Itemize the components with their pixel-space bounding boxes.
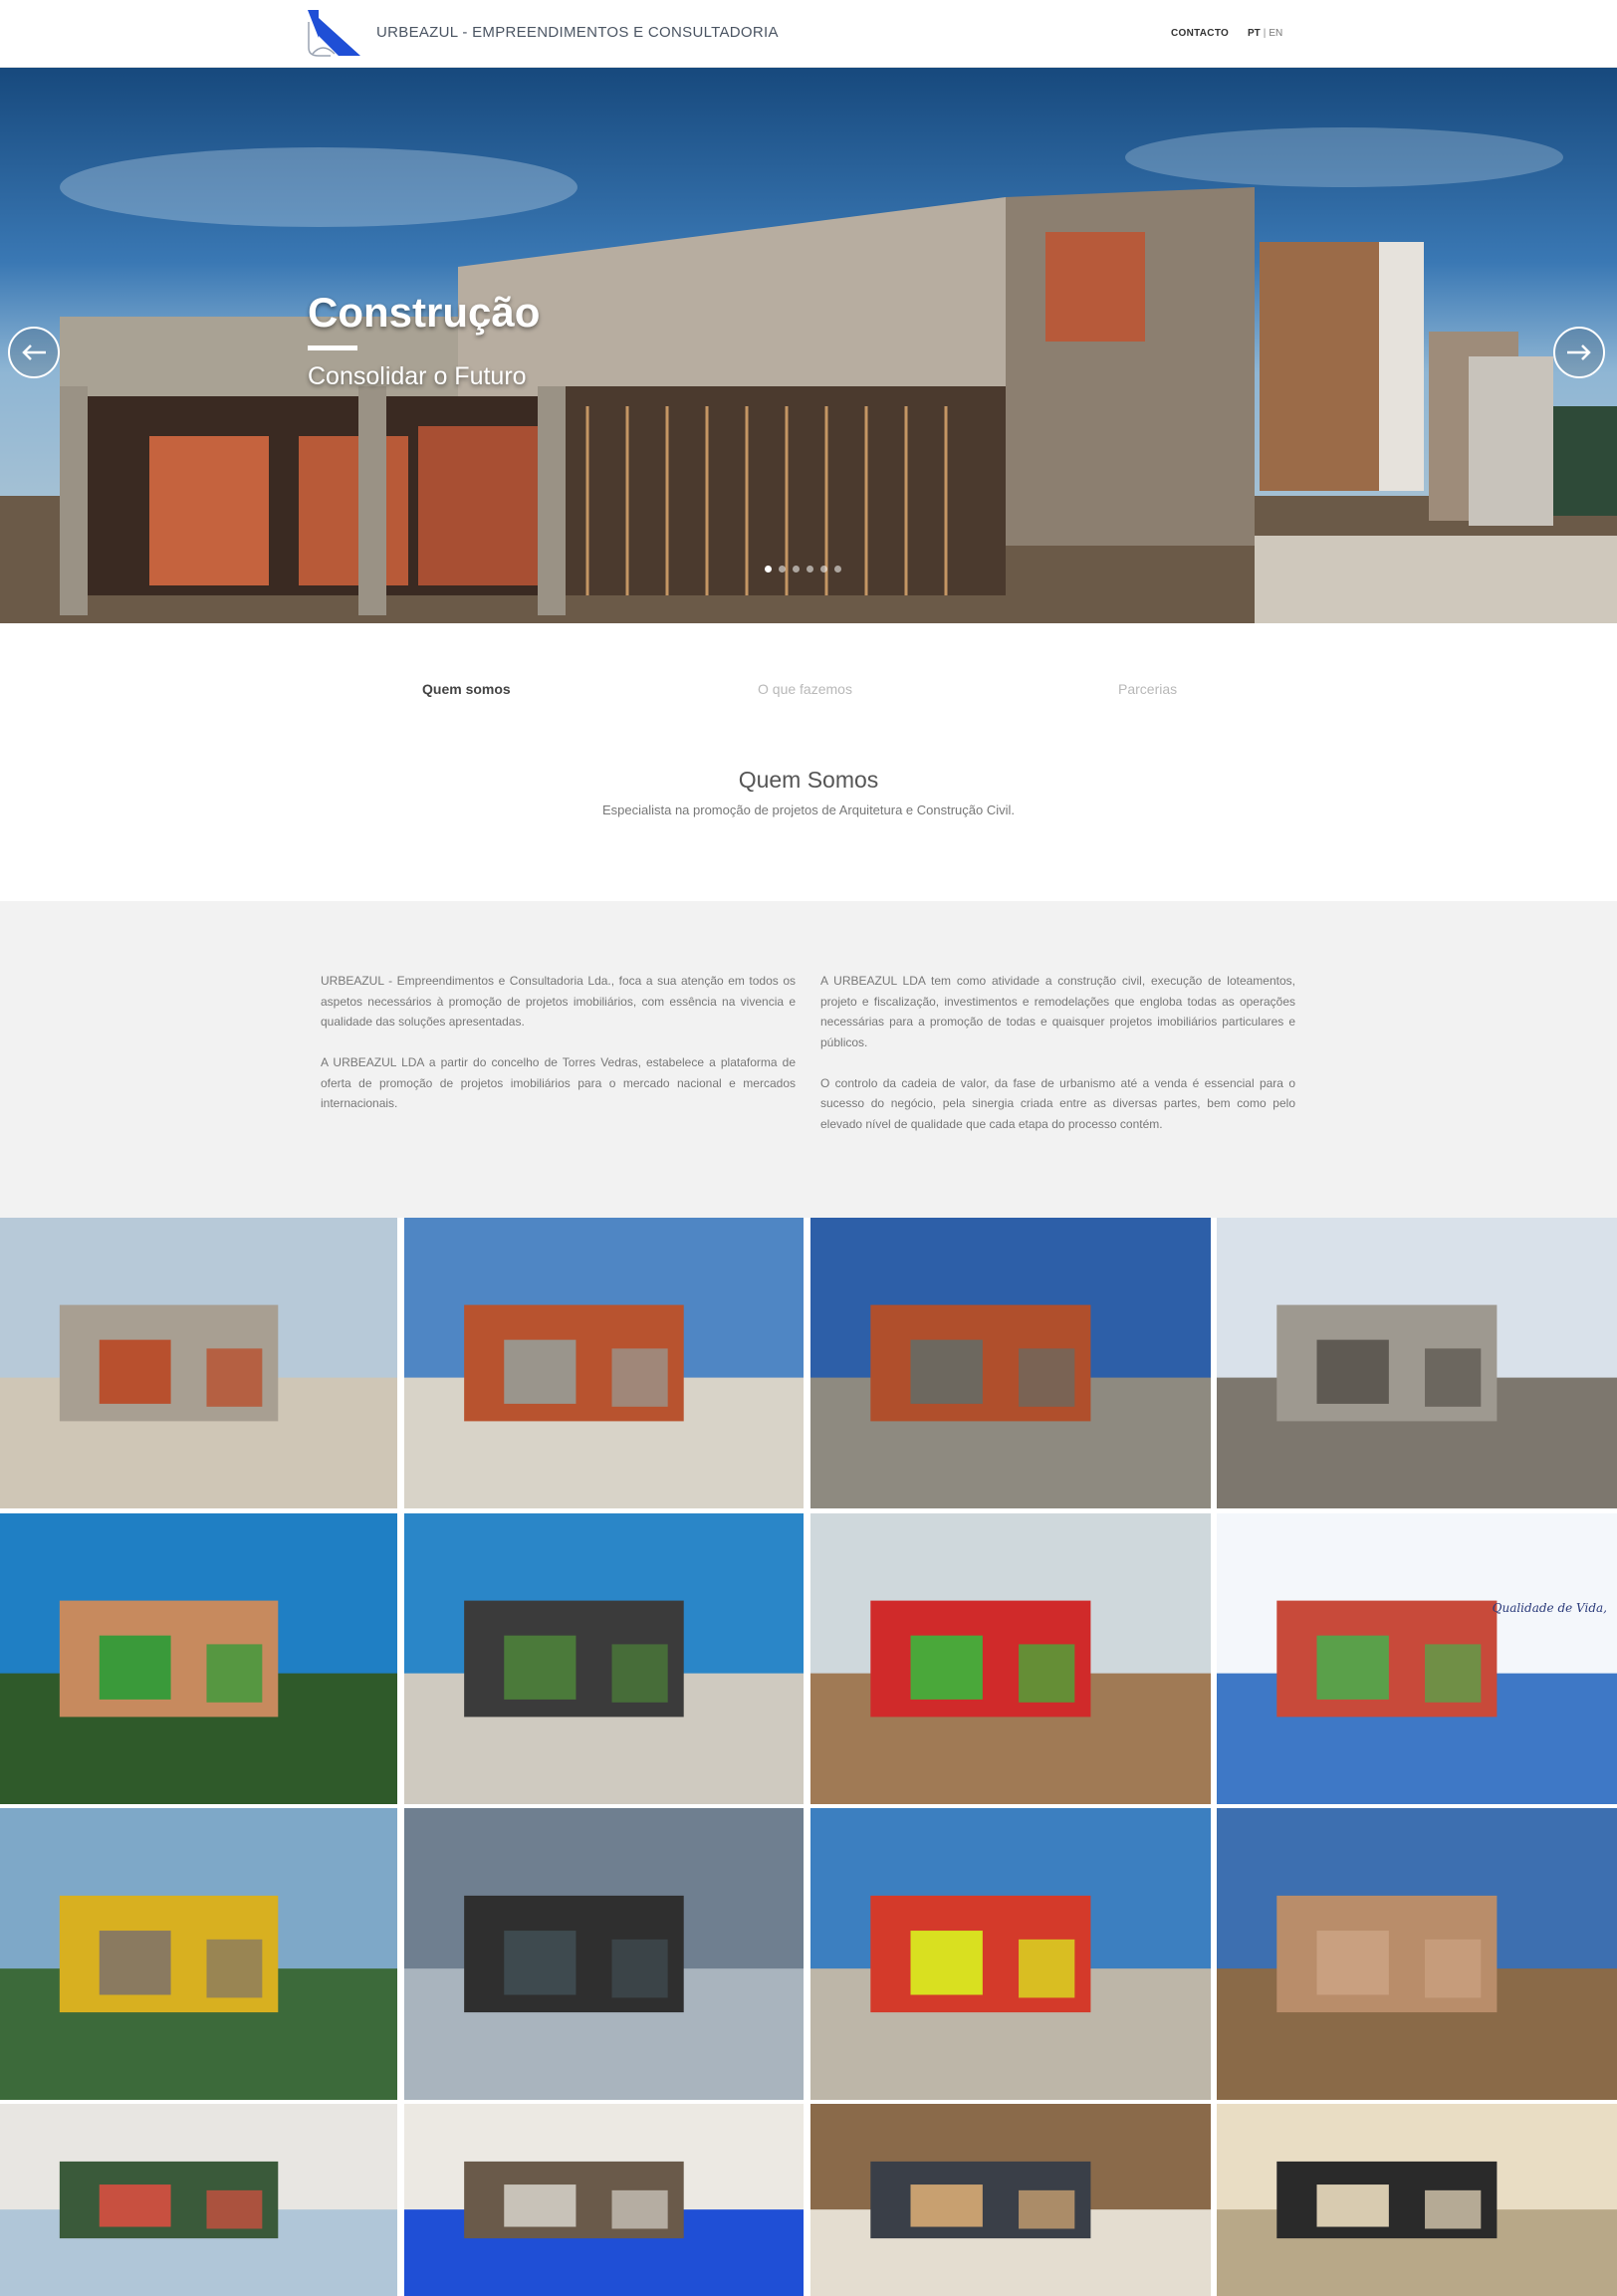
gallery-photo [1217,1218,1617,1508]
slider-dot[interactable] [793,566,800,573]
slider-pagination [765,566,841,573]
gallery-photo [810,1513,1211,1804]
section-title: Quem Somos [738,767,879,793]
urbeazul-folders-photo[interactable] [404,2104,804,2296]
slider-dot[interactable] [820,566,827,573]
site-header: URBEAZUL - EMPREENDIMENTOS E CONSULTADOR… [0,0,1617,68]
slider-dot[interactable] [807,566,813,573]
gallery-photo [1217,1808,1617,2100]
gallery-photo [0,1218,397,1508]
section-tabs: Quem somos O que fazemos Parcerias [0,623,1617,723]
gallery-photo [810,2104,1211,2296]
brand-name[interactable]: URBEAZUL - EMPREENDIMENTOS E CONSULTADOR… [376,24,779,41]
about-left-column: URBEAZUL - Empreendimentos e Consultador… [321,971,796,1134]
brochure-heading: Qualidade de Vida, [1492,1601,1607,1615]
concrete-frame-building-photo[interactable] [810,1218,1211,1508]
stone-house-worker-photo[interactable] [1217,1218,1617,1508]
about-right-paragraph: A URBEAZUL LDA tem como atividade a cons… [820,974,1295,1049]
project-plans-binder-photo[interactable] [0,2104,397,2296]
tab-o-que-fazemos[interactable]: O que fazemos [758,681,852,697]
section-subtitle: Especialista na promoção de projetos de … [601,803,1016,817]
hero-title-underline [308,345,357,350]
slider-dot[interactable] [779,566,786,573]
lang-separator: | [1263,28,1267,39]
gallery-photo [1217,1513,1617,1804]
meeting-table-photo[interactable] [810,2104,1211,2296]
qualidade-de-vida-brochure[interactable]: Qualidade de Vida, [1217,1513,1617,1804]
gallery-photo [404,1513,804,1804]
excavator-arm-photo[interactable] [0,1808,397,2100]
photo-gallery: Qualidade de Vida, [0,1218,1617,2296]
hero-slider: Construção Consolidar o Futuro [0,68,1617,623]
urbeazul-logo-icon[interactable] [305,8,360,58]
slider-next-button[interactable] [1553,327,1605,378]
about-left-paragraph: URBEAZUL - Empreendimentos e Consultador… [321,974,796,1029]
gallery-photo [0,1808,397,2100]
gallery-photo [810,1218,1211,1508]
nav-contact-link[interactable]: CONTACTO [1171,28,1229,39]
about-right-column: A URBEAZUL LDA tem como atividade a cons… [820,971,1295,1155]
arrow-left-icon [22,344,46,360]
tab-parcerias[interactable]: Parcerias [1118,681,1177,697]
hero-title: Construção [308,289,541,336]
gallery-photo [0,1513,397,1804]
new-road-street-lamps-photo[interactable] [404,1513,804,1804]
lang-en-link[interactable]: EN [1269,28,1282,39]
slider-dot[interactable] [834,566,841,573]
gallery-photo [404,1808,804,2100]
gallery-photo [810,1808,1211,2100]
hero-subtitle: Consolidar o Futuro [308,362,527,390]
gallery-photo [1217,2104,1617,2296]
pen-on-drawings-photo[interactable] [1217,2104,1617,2296]
house-construction-hill-photo[interactable] [0,1218,397,1508]
ladder-worker-wall-photo[interactable] [810,1808,1211,2100]
playground-slide-photo[interactable] [810,1513,1211,1804]
lang-pt-link[interactable]: PT [1248,28,1261,39]
gallery-photo [0,2104,397,2296]
gallery-photo [404,1218,804,1508]
tab-quem-somos[interactable]: Quem somos [422,681,511,697]
gallery-photo [404,2104,804,2296]
about-left-paragraph: A URBEAZUL LDA a partir do concelho de T… [321,1055,796,1110]
about-text-band: URBEAZUL - Empreendimentos e Consultador… [0,901,1617,1218]
earthworks-site-photo[interactable] [1217,1808,1617,2100]
language-switcher: PT | EN [1248,28,1282,39]
pine-trees-playground-photo[interactable] [0,1513,397,1804]
brick-walls-street-photo[interactable] [404,1218,804,1508]
hero-construction-photo [0,68,1617,623]
slider-prev-button[interactable] [8,327,60,378]
arrow-right-icon [1567,344,1591,360]
slider-dot[interactable] [765,566,772,573]
about-right-paragraph: O controlo da cadeia de valor, da fase d… [820,1075,1295,1131]
tower-crane-clouds-photo[interactable] [404,1808,804,2100]
